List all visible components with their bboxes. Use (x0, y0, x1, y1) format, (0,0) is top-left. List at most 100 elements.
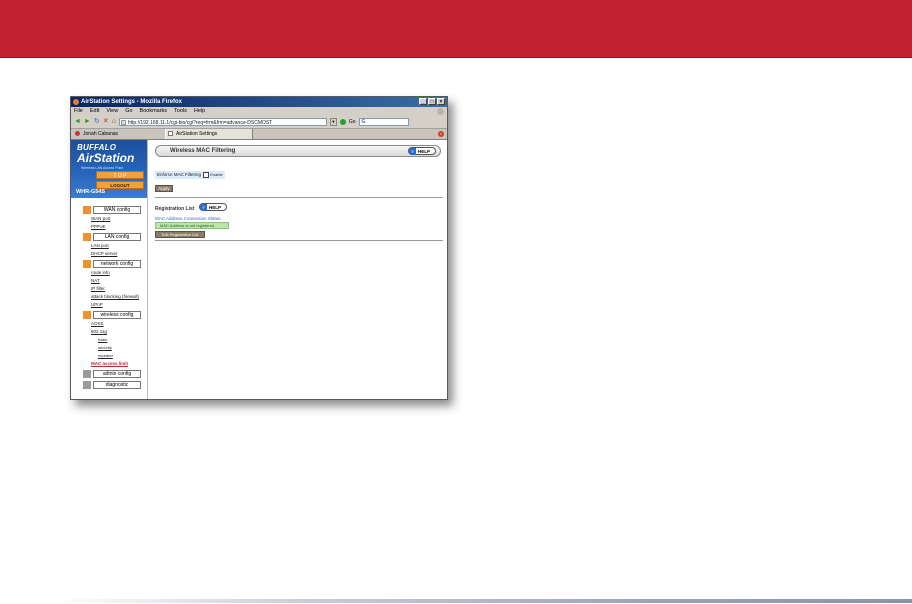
menu-bookmarks[interactable]: Bookmarks (140, 107, 168, 116)
menu-help[interactable]: Help (194, 107, 205, 116)
section-arrow-icon (83, 370, 91, 378)
enable-label: Enable (210, 172, 223, 178)
menu-file[interactable]: File (74, 107, 83, 116)
reload-icon[interactable]: ↻ (94, 118, 100, 126)
help-button[interactable]: ? HELP (408, 147, 436, 155)
tab-label: AirStation Settings (176, 131, 218, 137)
url-bar[interactable]: http://192.168.11.1/cgi-bin/cgi?req=frm&… (118, 118, 327, 126)
sidebar-item-upnp[interactable]: UPnP (91, 301, 147, 309)
sidebar-item-attack-blocking[interactable]: attack blocking (firewall) (91, 293, 147, 301)
browser-window: AirStation Settings - Mozilla Firefox _ … (70, 96, 448, 400)
logout-button[interactable]: LOGOUT (96, 181, 144, 189)
throbber-icon (437, 108, 444, 115)
mac-status-heading: MAC Address Connection Status (155, 216, 221, 221)
footer-rule (52, 599, 912, 603)
sidebar-item-wan-port[interactable]: WAN port (91, 215, 147, 223)
minimize-button[interactable]: _ (419, 98, 427, 105)
model-name: WHR-G54S (76, 189, 106, 195)
tab-strip: Jonah Cabanas AirStation Settings × (71, 128, 447, 140)
menu-bar: File Edit View Go Bookmarks Tools Help (71, 107, 447, 116)
tab-label: Jonah Cabanas (83, 131, 119, 137)
registration-help-button[interactable]: ? HELP (199, 203, 227, 211)
sidebar-item-route-info[interactable]: route info (91, 269, 147, 277)
navigation-toolbar: ◄ ► ↻ ✕ ⌂ http://192.168.11.1/cgi-bin/cg… (71, 116, 447, 128)
product-logo: AirStation (77, 151, 135, 165)
sidebar-item-security[interactable]: security (98, 344, 147, 352)
enforce-mac-filtering-row: Enforce MAC Filtering Enable (155, 171, 225, 179)
stop-icon[interactable]: ✕ (103, 118, 109, 126)
sidebar-item-basic[interactable]: basic (98, 336, 147, 344)
sidebar-item-pppoe[interactable]: PPPoE (91, 223, 147, 231)
section-admin-config[interactable]: admin config (83, 370, 147, 379)
sidebar-menu: WAN config WAN port PPPoE LAN config LAN… (71, 198, 147, 390)
section-lan-config[interactable]: LAN config (83, 233, 147, 242)
section-diagnostic[interactable]: diagnostic (83, 381, 147, 390)
help-label: HELP (209, 205, 222, 210)
section-arrow-icon (83, 311, 91, 319)
go-icon[interactable] (339, 119, 346, 125)
search-box[interactable]: G (358, 118, 409, 126)
title-bar: AirStation Settings - Mozilla Firefox _ … (71, 97, 447, 107)
section-arrow-icon (83, 206, 91, 214)
section-wireless-config[interactable]: wireless config (83, 311, 147, 320)
go-label[interactable]: Go (349, 119, 356, 125)
url-text: http://192.168.11.1/cgi-bin/cgi?req=frm&… (127, 120, 273, 126)
url-dropdown-button[interactable]: ▼ (329, 118, 337, 126)
sidebar: BUFFALO AirStation Wireless LAN Access P… (71, 140, 148, 399)
sidebar-item-mac-access-limit[interactable]: MAC access limit (91, 360, 147, 368)
top-button[interactable]: T O P (96, 171, 144, 179)
tab-airstation-settings[interactable]: AirStation Settings (165, 129, 253, 139)
help-label: HELP (418, 149, 431, 154)
section-label: LAN config (93, 233, 141, 241)
window-title: AirStation Settings - Mozilla Firefox (81, 99, 183, 105)
enable-checkbox[interactable] (203, 172, 210, 178)
sidebar-item-ip-filter[interactable]: IP filter (91, 285, 147, 293)
firefox-icon (73, 99, 79, 105)
product-tagline: Wireless LAN Access Point (81, 166, 124, 170)
google-icon: G (361, 119, 366, 125)
help-icon: ? (200, 204, 207, 211)
tab-other[interactable]: Jonah Cabanas (73, 129, 161, 139)
page-icon (120, 120, 126, 125)
divider (155, 240, 443, 241)
menu-edit[interactable]: Edit (90, 107, 99, 116)
sidebar-item-lan-port[interactable]: LAN port (91, 242, 147, 250)
logout-label: LOGOUT (110, 183, 130, 188)
top-label: T O P (113, 173, 127, 179)
sidebar-header: BUFFALO AirStation Wireless LAN Access P… (71, 140, 147, 198)
menu-go[interactable]: Go (125, 107, 132, 116)
section-label: admin config (93, 370, 141, 378)
page-content: BUFFALO AirStation Wireless LAN Access P… (71, 140, 447, 399)
close-button[interactable]: × (437, 98, 445, 105)
menu-view[interactable]: View (106, 107, 118, 116)
main-panel: Wireless MAC Filtering ? HELP Enforce MA… (155, 140, 445, 399)
section-wan-config[interactable]: WAN config (83, 206, 147, 215)
forward-icon[interactable]: ► (84, 118, 91, 126)
help-icon: ? (409, 148, 416, 155)
page-icon (168, 131, 173, 136)
home-icon[interactable]: ⌂ (112, 118, 116, 126)
enforce-label: Enforce MAC Filtering (157, 172, 202, 178)
sidebar-item-dhcp-server[interactable]: DHCP server (91, 250, 147, 258)
page-title-bar: Wireless MAC Filtering ? HELP (155, 145, 441, 157)
close-tab-icon[interactable]: × (438, 131, 444, 137)
section-network-config[interactable]: network config (83, 260, 147, 269)
window-controls: _ □ × (419, 98, 445, 105)
section-label: network config (93, 260, 141, 268)
sidebar-item-aoss[interactable]: AOSS (91, 320, 147, 328)
mac-status-value: MAC Address is not registered (155, 222, 229, 229)
section-arrow-icon (83, 260, 91, 268)
sidebar-item-nat[interactable]: NAT (91, 277, 147, 285)
section-arrow-icon (83, 381, 91, 389)
menu-tools[interactable]: Tools (174, 107, 187, 116)
apply-button[interactable]: Apply (155, 185, 173, 192)
page-title: Wireless MAC Filtering (170, 148, 236, 154)
edit-registration-list-button[interactable]: Edit Registration List (155, 231, 205, 238)
sidebar-item-repeater[interactable]: repeater (98, 352, 147, 360)
section-arrow-icon (83, 233, 91, 241)
sidebar-item-80211g[interactable]: 802.11g (91, 328, 147, 336)
section-label: diagnostic (93, 381, 141, 389)
maximize-button[interactable]: □ (428, 98, 436, 105)
back-icon[interactable]: ◄ (74, 118, 81, 126)
divider (155, 197, 443, 198)
